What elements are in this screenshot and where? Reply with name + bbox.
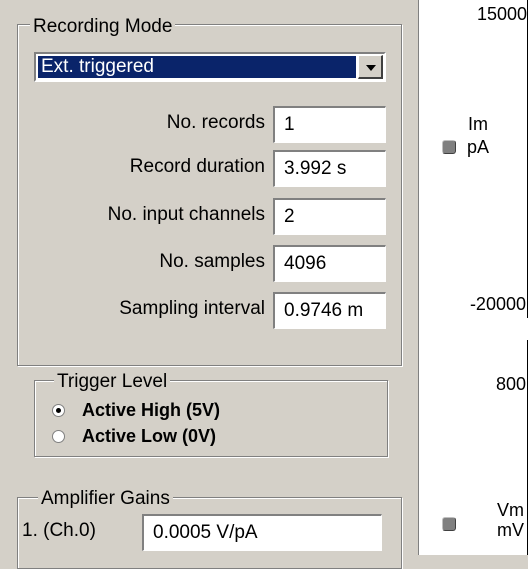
sampling-interval-field[interactable]: 0.9746 m [273, 292, 386, 329]
vm-axis-max: 800 [495, 374, 526, 394]
trigger-level-title: Trigger Level [54, 371, 171, 393]
chevron-down-icon [366, 65, 376, 71]
radio-selected-dot [56, 408, 61, 413]
active-high-radio[interactable] [52, 404, 65, 417]
record-duration-label: Record duration [129, 156, 265, 177]
input-channels-label: No. input channels [107, 204, 265, 225]
active-low-label: Active Low (0V) [82, 426, 217, 446]
active-high-label: Active High (5V) [82, 400, 221, 420]
no-records-label: No. records [166, 112, 265, 133]
recording-mode-selected: Ext. triggered [38, 56, 356, 78]
recording-mode-title: Recording Mode [30, 16, 176, 38]
vm-channel-toggle[interactable] [442, 517, 456, 531]
im-channel-toggle[interactable] [442, 140, 456, 154]
vm-axis-label: Vm [497, 500, 524, 520]
vm-axis-unit: mV [497, 520, 524, 540]
channel-0-label: 1. (Ch.0) [22, 520, 96, 541]
amplifier-gains-title: Amplifier Gains [38, 488, 173, 510]
no-records-field[interactable]: 1 [273, 106, 386, 143]
no-samples-field[interactable]: 4096 [273, 245, 386, 282]
im-axis-min: -20000 [469, 294, 526, 314]
channel-0-gain-field[interactable]: 0.0005 V/pA [142, 514, 382, 551]
dropdown-button[interactable] [358, 55, 383, 79]
input-channels-field[interactable]: 2 [273, 198, 386, 235]
recording-mode-select[interactable]: Ext. triggered [34, 52, 386, 82]
im-axis-max: 15000 [476, 4, 527, 24]
record-duration-field[interactable]: 3.992 s [273, 150, 386, 187]
scope-display: 15000 Im pA -20000 800 Vm mV [421, 0, 528, 555]
settings-panel: Recording Mode Ext. triggered No. record… [0, 0, 418, 569]
im-axis-unit: pA [466, 137, 490, 157]
im-axis-label: Im [468, 114, 488, 134]
sampling-interval-label: Sampling interval [119, 298, 265, 319]
no-samples-label: No. samples [159, 251, 265, 272]
active-low-radio[interactable] [52, 430, 65, 443]
